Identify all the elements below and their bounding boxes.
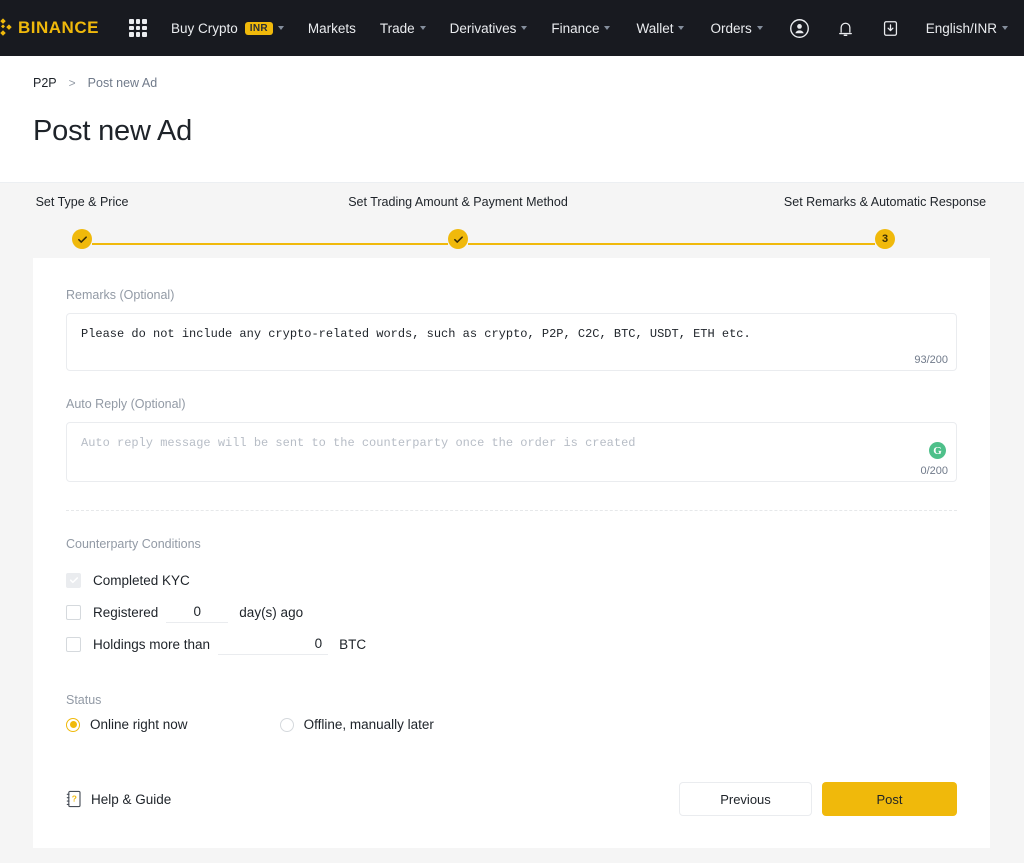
page-title: Post new Ad — [33, 115, 193, 147]
holdings-unit-btc: BTC — [339, 636, 367, 652]
nav-item-trade-label: Trade — [379, 20, 415, 36]
stepper-node-2-done[interactable] — [448, 229, 468, 249]
nav-item-wallet[interactable]: Wallet — [636, 20, 685, 36]
breadcrumb: P2P > Post new Ad — [33, 76, 1024, 90]
page-body: Set Type & Price Set Trading Amount & Pa… — [0, 182, 1024, 863]
title-spacer — [0, 148, 1024, 182]
stepper-node-3-current[interactable]: 3 — [875, 229, 895, 249]
radio-label-online-right-now: Online right now — [90, 717, 188, 732]
section-divider — [66, 510, 957, 511]
check-icon — [69, 577, 78, 584]
download-app-icon[interactable] — [881, 19, 900, 38]
stepper-node-3-number: 3 — [881, 233, 889, 245]
auto-reply-placeholder: Auto reply message will be sent to the c… — [81, 436, 636, 450]
nav-item-finance-label: Finance — [551, 20, 600, 36]
status-title: Status — [66, 693, 102, 707]
nav-item-orders[interactable]: Orders — [710, 20, 763, 36]
top-navigation-bar: BINANCE Buy Crypto INR Markets Trade Der… — [0, 0, 1024, 56]
binance-logo[interactable]: BINANCE — [0, 17, 103, 39]
check-icon — [77, 235, 87, 243]
checkbox-completed-kyc — [66, 572, 81, 588]
condition-label-holdings: Holdings more than — [93, 636, 211, 652]
nav-item-orders-label: Orders — [710, 20, 752, 36]
step-label-3: Set Remarks & Automatic Response — [783, 195, 987, 209]
condition-row-holdings: Holdings more than BTC — [66, 628, 957, 660]
stepper-connector-1 — [92, 243, 448, 245]
stepper-connector-2 — [468, 243, 875, 245]
condition-label-registered: Registered — [93, 604, 159, 620]
nav-item-markets[interactable]: Markets — [308, 21, 356, 36]
nav-item-buy-crypto-label: Buy Crypto — [170, 20, 238, 36]
auto-reply-textarea[interactable]: Auto reply message will be sent to the c… — [66, 422, 957, 482]
status-options-row: Online right now Offline, manually later — [66, 717, 957, 732]
chevron-down-icon — [756, 26, 763, 30]
nav-left-group: BINANCE Buy Crypto INR Markets Trade Der… — [0, 17, 611, 39]
chevron-down-icon — [1002, 26, 1009, 30]
notification-bell-icon[interactable] — [836, 19, 855, 38]
radio-label-offline-manually-later: Offline, manually later — [303, 717, 434, 732]
nav-item-buy-crypto[interactable]: Buy Crypto INR — [171, 21, 284, 36]
previous-button[interactable]: Previous — [679, 782, 812, 816]
registered-days-unit: day(s) ago — [239, 604, 304, 620]
writing-assistant-icon[interactable]: G — [929, 442, 946, 459]
post-button[interactable]: Post — [822, 782, 957, 816]
registered-days-input[interactable] — [166, 601, 229, 623]
breadcrumb-separator-icon: > — [68, 76, 76, 90]
radio-icon-selected — [66, 717, 80, 732]
help-and-guide-link[interactable]: ? Help & Guide — [66, 790, 171, 808]
breadcrumb-item-current: Post new Ad — [87, 76, 158, 90]
breadcrumb-item-p2p[interactable]: P2P — [33, 76, 57, 90]
apps-grid-icon[interactable] — [128, 19, 147, 37]
nav-item-markets-label: Markets — [307, 20, 356, 36]
stepper-node-1-done[interactable] — [72, 229, 92, 249]
condition-row-completed-kyc: Completed KYC — [66, 564, 957, 596]
nav-item-wallet-label: Wallet — [636, 20, 674, 36]
chevron-down-icon — [419, 26, 426, 30]
help-and-guide-label: Help & Guide — [91, 791, 172, 807]
post-ad-form-card: Remarks (Optional) Please do not include… — [33, 258, 990, 848]
footer-buttons: Previous Post — [679, 782, 957, 816]
condition-label-completed-kyc: Completed KYC — [93, 572, 190, 588]
progress-stepper: Set Type & Price Set Trading Amount & Pa… — [0, 183, 1024, 259]
nav-item-finance[interactable]: Finance — [551, 20, 611, 36]
condition-row-registered: Registered day(s) ago — [66, 596, 957, 628]
binance-diamond-icon — [0, 18, 12, 36]
nav-right-group: Wallet Orders English/INR — [610, 18, 1009, 39]
checkbox-holdings[interactable] — [66, 636, 81, 652]
counterparty-conditions-title: Counterparty Conditions — [66, 537, 201, 551]
breadcrumb-region: P2P > Post new Ad — [0, 56, 1024, 90]
step-label-1: Set Type & Price — [35, 195, 129, 209]
stepper-labels: Set Type & Price Set Trading Amount & Pa… — [0, 195, 1024, 215]
radio-option-offline-manually-later[interactable]: Offline, manually later — [279, 717, 434, 732]
auto-reply-label: Auto Reply (Optional) — [66, 397, 186, 411]
help-book-icon: ? — [66, 790, 81, 808]
chevron-down-icon — [277, 26, 284, 30]
radio-option-online-right-now[interactable]: Online right now — [66, 717, 188, 732]
chevron-down-icon — [678, 26, 685, 30]
remarks-textarea[interactable]: Please do not include any crypto-related… — [66, 313, 957, 371]
remarks-value: Please do not include any crypto-related… — [81, 327, 751, 341]
holdings-amount-input[interactable] — [218, 633, 329, 655]
remarks-label: Remarks (Optional) — [66, 288, 175, 302]
remarks-char-counter: 93/200 — [914, 354, 948, 366]
nav-item-derivatives-label: Derivatives — [449, 20, 517, 36]
nav-item-trade[interactable]: Trade — [380, 21, 426, 36]
user-account-icon[interactable] — [789, 18, 810, 39]
checkbox-registered[interactable] — [66, 604, 81, 620]
currency-badge-inr: INR — [244, 21, 273, 35]
language-currency-label: English/INR — [925, 20, 998, 36]
nav-item-derivatives[interactable]: Derivatives — [450, 21, 528, 36]
radio-icon-unselected — [279, 717, 294, 732]
svg-text:?: ? — [72, 794, 77, 804]
language-currency-selector[interactable]: English/INR — [925, 20, 1009, 36]
chevron-down-icon — [521, 26, 528, 30]
binance-logo-text: BINANCE — [18, 18, 99, 37]
auto-reply-char-counter: 0/200 — [920, 465, 948, 477]
step-label-2: Set Trading Amount & Payment Method — [348, 195, 568, 209]
card-footer: ? Help & Guide Previous Post — [66, 782, 957, 816]
stepper-track: 3 — [0, 229, 1024, 259]
check-icon — [453, 235, 463, 243]
